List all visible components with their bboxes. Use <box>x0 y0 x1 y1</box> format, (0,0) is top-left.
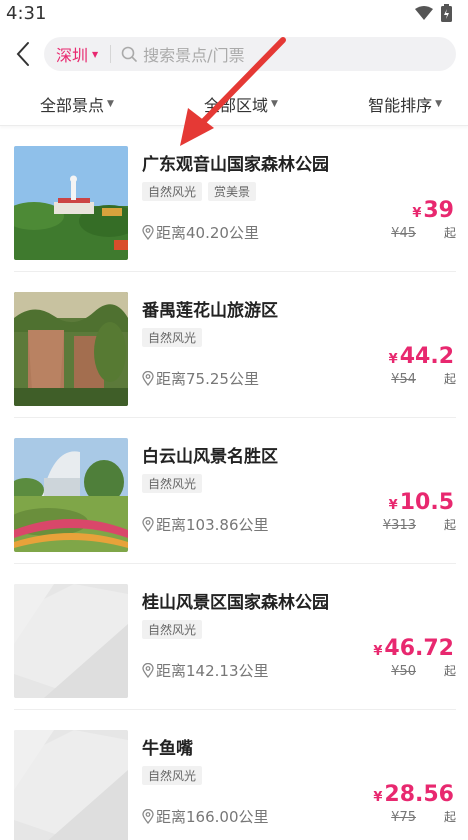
item-price: ¥10.5 <box>389 490 454 515</box>
original-price-value: 54 <box>399 372 416 387</box>
item-price: ¥44.2 <box>389 344 454 369</box>
list-item[interactable]: 桂山风景区国家森林公园 自然风光 ¥46.72 距离142.13公里 ¥50 起 <box>14 564 456 710</box>
yen-symbol: ¥ <box>412 206 422 221</box>
price-suffix: 起 <box>443 810 456 824</box>
item-price: ¥46.72 <box>373 636 454 661</box>
original-price-value: 45 <box>399 226 416 241</box>
city-label: 深圳 <box>56 46 89 65</box>
price-suffix: 起 <box>443 518 456 532</box>
yen-symbol: ¥ <box>388 352 398 367</box>
item-title: 番禺莲花山旅游区 <box>142 301 278 321</box>
item-title: 白云山风景名胜区 <box>142 447 278 467</box>
item-info: 桂山风景区国家森林公园 自然风光 ¥46.72 距离142.13公里 ¥50 起 <box>142 584 456 709</box>
price-suffix: 起 <box>443 372 456 386</box>
location-pin-icon <box>142 663 154 678</box>
item-info: 白云山风景名胜区 自然风光 ¥10.5 距离103.86公里 ¥313 起 <box>142 438 456 563</box>
caret-down-icon: ▼ <box>435 98 442 109</box>
list-item[interactable]: 白云山风景名胜区 自然风光 ¥10.5 距离103.86公里 ¥313 起 <box>14 418 456 564</box>
item-price: ¥39 <box>412 198 454 223</box>
price-suffix: 起 <box>443 664 456 678</box>
item-tag: 自然风光 <box>142 182 203 201</box>
original-price: ¥313 <box>383 518 416 533</box>
item-price: ¥28.56 <box>373 782 454 807</box>
search-input[interactable]: 搜索景点/门票 <box>143 42 244 66</box>
search-box[interactable]: 深圳 ▼ 搜索景点/门票 <box>44 37 456 71</box>
attraction-image <box>14 438 128 552</box>
search-divider <box>110 45 112 63</box>
yen-symbol: ¥ <box>373 644 383 659</box>
original-price: ¥50 <box>391 664 416 679</box>
yen-symbol: ¥ <box>373 790 383 805</box>
price-value: 44.2 <box>399 344 454 369</box>
original-price: ¥75 <box>391 810 416 825</box>
item-info: 广东观音山国家森林公园 自然风光 赏美景 ¥39 距离40.20公里 ¥45 起 <box>142 146 456 271</box>
item-info: 牛鱼嘴 自然风光 ¥28.56 距离166.00公里 ¥75 起 <box>142 730 456 840</box>
item-tag: 自然风光 <box>142 474 203 493</box>
yen-symbol: ¥ <box>388 498 398 513</box>
item-distance: 距离166.00公里 <box>142 806 269 827</box>
item-tag: 自然风光 <box>142 620 203 639</box>
chevron-left-icon <box>16 42 29 66</box>
price-value: 39 <box>423 198 454 223</box>
attraction-image <box>14 146 128 260</box>
list-item[interactable]: 牛鱼嘴 自然风光 ¥28.56 距离166.00公里 ¥75 起 <box>14 710 456 840</box>
city-selector[interactable]: 深圳 ▼ <box>56 42 98 66</box>
filter-region-label: 全部区域 <box>204 95 269 115</box>
caret-down-icon: ▼ <box>107 98 114 109</box>
item-title: 牛鱼嘴 <box>142 739 193 759</box>
price-value: 46.72 <box>384 636 454 661</box>
back-button[interactable] <box>8 34 38 74</box>
attraction-image-placeholder <box>14 584 128 698</box>
distance-text: 距离166.00公里 <box>156 808 269 826</box>
price-value: 28.56 <box>384 782 454 807</box>
original-price: ¥45 <box>391 226 416 241</box>
distance-text: 距离103.86公里 <box>156 516 269 534</box>
search-header: 深圳 ▼ 搜索景点/门票 <box>0 26 468 82</box>
item-info: 番禺莲花山旅游区 自然风光 ¥44.2 距离75.25公里 ¥54 起 <box>142 292 456 417</box>
attraction-image <box>14 292 128 406</box>
location-pin-icon <box>142 225 154 240</box>
filter-bar: 全部景点 ▼ 全部区域 ▼ 智能排序 ▼ <box>0 82 468 126</box>
distance-text: 距离142.13公里 <box>156 662 269 680</box>
location-pin-icon <box>142 517 154 532</box>
search-icon <box>121 46 137 62</box>
status-bar: 4:31 <box>0 0 468 26</box>
item-title: 桂山风景区国家森林公园 <box>142 593 329 613</box>
status-icons <box>415 4 452 22</box>
price-suffix: 起 <box>443 226 456 240</box>
wifi-icon <box>415 6 433 20</box>
filter-sort-label: 智能排序 <box>368 95 433 115</box>
original-price: ¥54 <box>391 372 416 387</box>
item-distance: 距离142.13公里 <box>142 660 269 681</box>
item-tag: 自然风光 <box>142 766 203 785</box>
original-price-value: 75 <box>399 810 416 825</box>
attraction-image-placeholder <box>14 730 128 840</box>
distance-text: 距离40.20公里 <box>156 224 259 242</box>
list-item[interactable]: 广东观音山国家森林公园 自然风光 赏美景 ¥39 距离40.20公里 ¥45 起 <box>14 126 456 272</box>
attraction-list: 广东观音山国家森林公园 自然风光 赏美景 ¥39 距离40.20公里 ¥45 起 <box>0 126 468 840</box>
price-value: 10.5 <box>399 490 454 515</box>
battery-icon <box>441 4 452 22</box>
item-tags: 自然风光 赏美景 <box>142 182 456 201</box>
filter-sort[interactable]: 智能排序 ▼ <box>368 92 442 116</box>
list-item[interactable]: 番禺莲花山旅游区 自然风光 ¥44.2 距离75.25公里 ¥54 起 <box>14 272 456 418</box>
caret-down-icon: ▼ <box>271 98 278 109</box>
location-pin-icon <box>142 371 154 386</box>
original-price-value: 50 <box>399 664 416 679</box>
filter-category[interactable]: 全部景点 ▼ <box>40 92 114 116</box>
original-price-value: 313 <box>391 518 416 533</box>
status-time: 4:31 <box>6 2 47 24</box>
location-pin-icon <box>142 809 154 824</box>
filter-category-label: 全部景点 <box>40 95 105 115</box>
item-tag: 自然风光 <box>142 328 203 347</box>
item-distance: 距离75.25公里 <box>142 368 259 389</box>
item-title: 广东观音山国家森林公园 <box>142 155 329 175</box>
item-distance: 距离40.20公里 <box>142 222 259 243</box>
caret-down-icon: ▼ <box>92 49 99 59</box>
yen-symbol: ¥ <box>382 518 392 533</box>
filter-region[interactable]: 全部区域 ▼ <box>204 92 278 116</box>
item-tag: 赏美景 <box>208 182 257 201</box>
distance-text: 距离75.25公里 <box>156 370 259 388</box>
item-distance: 距离103.86公里 <box>142 514 269 535</box>
